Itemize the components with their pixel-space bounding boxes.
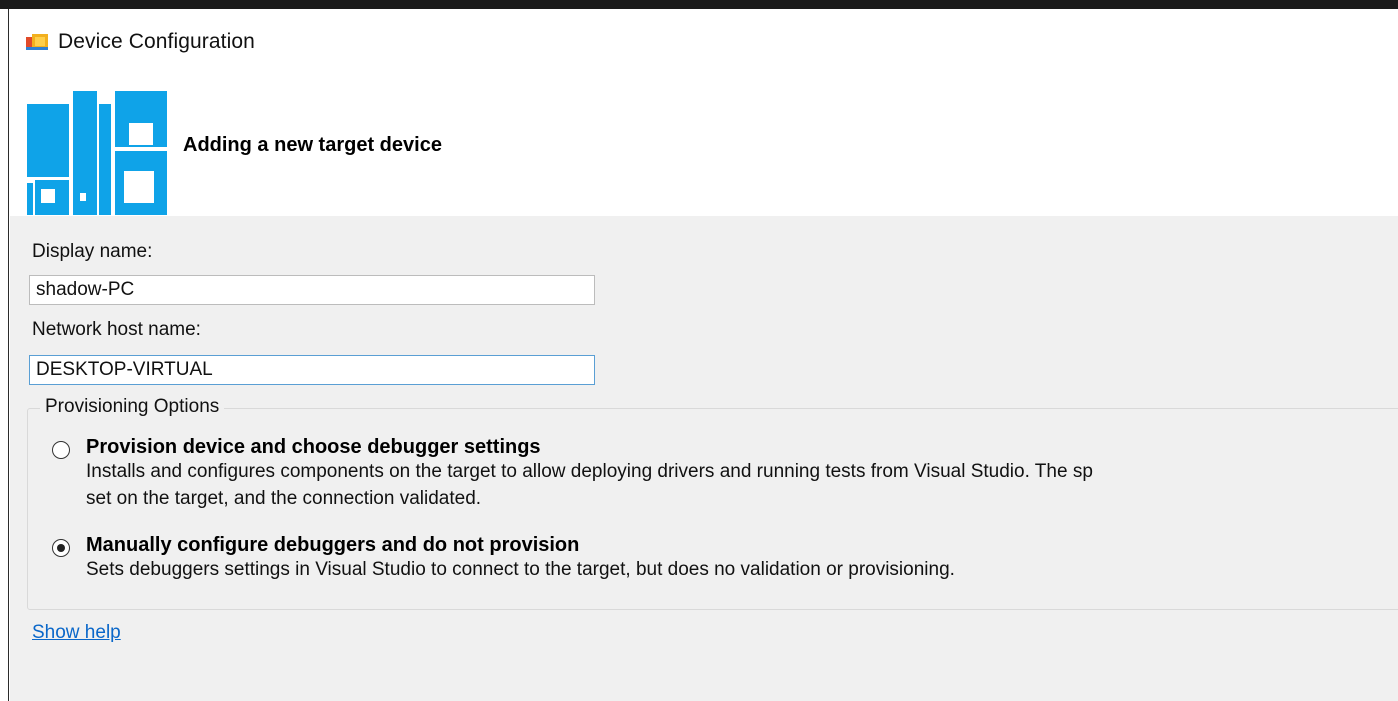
- provision-device-option-title[interactable]: Provision device and choose debugger set…: [86, 436, 541, 459]
- host-name-field[interactable]: DESKTOP-VIRTUAL: [29, 355, 595, 385]
- provision-device-option-desc-line1: Installs and configures components on th…: [86, 461, 1093, 482]
- manual-configure-option-title[interactable]: Manually configure debuggers and do not …: [86, 534, 579, 557]
- provisioning-options-legend: Provisioning Options: [40, 396, 225, 418]
- title-bar: Device Configuration: [10, 9, 1398, 77]
- window-top-border: [0, 0, 1398, 9]
- page-heading: Adding a new target device: [183, 134, 442, 156]
- radio-selected-dot: [57, 544, 65, 552]
- provision-device-radio[interactable]: [52, 441, 70, 459]
- window-app-icon: [26, 34, 48, 50]
- window-left-border: [0, 9, 9, 701]
- provision-device-option-desc-line2: set on the target, and the connection va…: [86, 488, 482, 509]
- host-name-label: Network host name:: [32, 319, 201, 340]
- manual-configure-radio[interactable]: [52, 539, 70, 557]
- header-banner: Adding a new target device: [10, 77, 1398, 216]
- form-panel: Display name: shadow-PC Network host nam…: [10, 216, 1398, 701]
- display-name-field[interactable]: shadow-PC: [29, 275, 595, 305]
- manual-configure-option-desc: Sets debuggers settings in Visual Studio…: [86, 559, 955, 580]
- device-banner-art: [27, 91, 167, 215]
- window-title: Device Configuration: [58, 30, 255, 53]
- show-help-link[interactable]: Show help: [32, 622, 121, 644]
- display-name-label: Display name:: [32, 241, 153, 262]
